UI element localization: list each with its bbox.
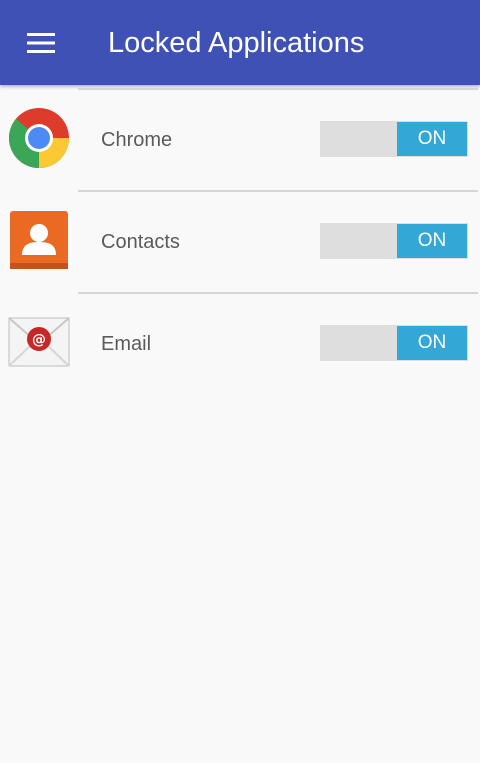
lock-toggle-contacts[interactable]: ON — [320, 223, 468, 259]
app-label: Email — [101, 333, 152, 355]
toggle-thumb: ON — [397, 224, 467, 258]
page-title: Locked Applications — [108, 27, 365, 59]
lock-toggle-email[interactable]: ON — [320, 325, 468, 361]
contacts-icon — [8, 209, 70, 271]
svg-text:@: @ — [32, 332, 46, 348]
list-item-email[interactable]: @ Email ON — [0, 294, 480, 394]
lock-toggle-chrome[interactable]: ON — [320, 121, 468, 157]
app-label: Chrome — [101, 129, 173, 151]
chrome-icon — [8, 107, 70, 169]
toggle-thumb: ON — [397, 326, 467, 360]
menu-button[interactable] — [16, 22, 68, 64]
app-bar: Locked Applications — [0, 0, 480, 85]
list-item-contacts[interactable]: Contacts ON — [0, 192, 480, 292]
email-icon: @ — [8, 311, 70, 373]
hamburger-menu-icon — [27, 33, 55, 53]
toggle-thumb: ON — [397, 122, 467, 156]
list-item-chrome[interactable]: Chrome ON — [0, 90, 480, 190]
app-label: Contacts — [101, 231, 180, 253]
